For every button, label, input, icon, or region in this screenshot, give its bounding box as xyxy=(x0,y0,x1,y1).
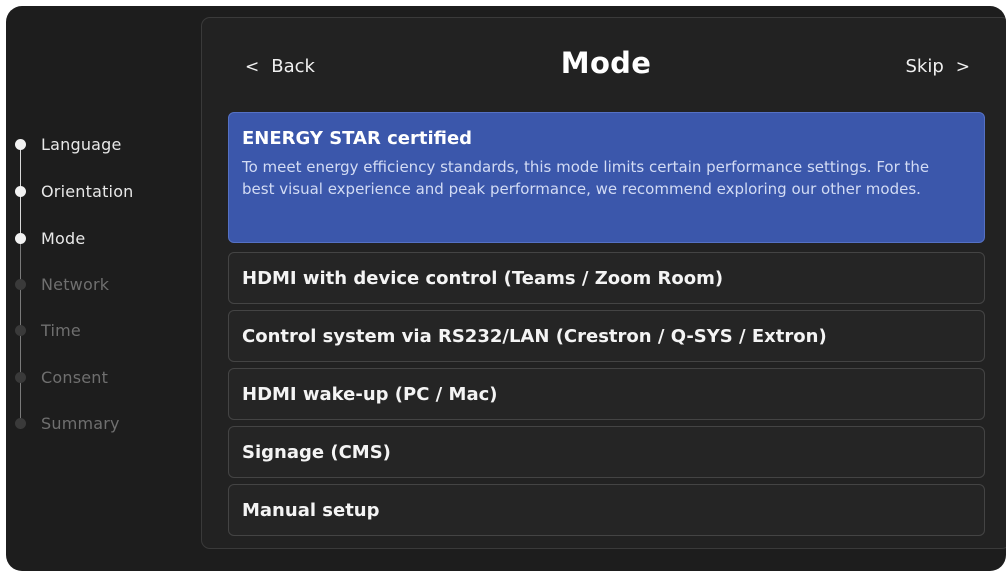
step-orientation: Orientation xyxy=(15,180,134,202)
step-dot xyxy=(15,185,26,197)
step-time: Time xyxy=(15,319,81,341)
page-title: Mode xyxy=(560,46,652,80)
step-label: Mode xyxy=(41,228,86,248)
step-mode: Mode xyxy=(15,227,85,249)
mode-option-signage[interactable]: Signage (CMS) xyxy=(228,426,985,478)
step-label: Summary xyxy=(41,413,120,433)
mode-option-title: HDMI with device control (Teams / Zoom R… xyxy=(242,268,724,289)
skip-label: Skip xyxy=(905,56,944,77)
mode-option-control-system[interactable]: Control system via RS232/LAN (Crestron /… xyxy=(228,310,985,362)
step-label: Orientation xyxy=(41,181,134,201)
step-dot xyxy=(15,232,26,244)
mode-option-title: ENERGY STAR certified xyxy=(242,128,473,149)
step-dot xyxy=(15,138,26,150)
step-dot xyxy=(15,417,26,429)
chevron-right-icon: > xyxy=(955,56,970,77)
step-consent: Consent xyxy=(15,366,108,388)
step-language: Language xyxy=(15,133,122,155)
setup-screen: Language Orientation Mode Network Time C… xyxy=(6,6,1006,571)
mode-option-title: Signage (CMS) xyxy=(242,442,391,463)
step-dot xyxy=(15,371,26,383)
mode-option-hdmi-wake-up[interactable]: HDMI wake-up (PC / Mac) xyxy=(228,368,985,420)
step-label: Network xyxy=(41,274,110,294)
mode-option-hdmi-device-control[interactable]: HDMI with device control (Teams / Zoom R… xyxy=(228,252,985,304)
step-dot xyxy=(15,324,26,336)
step-dot xyxy=(15,278,26,290)
mode-option-title: Manual setup xyxy=(242,500,380,521)
setup-stepper: Language Orientation Mode Network Time C… xyxy=(6,6,201,571)
step-label: Language xyxy=(41,134,122,154)
skip-button[interactable]: Skip > xyxy=(905,56,970,77)
mode-option-description: To meet energy efficiency standards, thi… xyxy=(242,158,930,198)
mode-option-title: Control system via RS232/LAN (Crestron /… xyxy=(242,326,827,347)
mode-panel: < Back Mode Skip > ENERGY STAR certified… xyxy=(201,17,1006,549)
mode-option-manual-setup[interactable]: Manual setup xyxy=(228,484,985,536)
mode-option-energy-star[interactable]: ENERGY STAR certified To meet energy eff… xyxy=(228,112,985,243)
step-label: Consent xyxy=(41,367,109,387)
step-network: Network xyxy=(15,273,109,295)
step-label: Time xyxy=(41,320,81,340)
mode-option-title: HDMI wake-up (PC / Mac) xyxy=(242,384,498,405)
step-summary: Summary xyxy=(15,412,120,434)
